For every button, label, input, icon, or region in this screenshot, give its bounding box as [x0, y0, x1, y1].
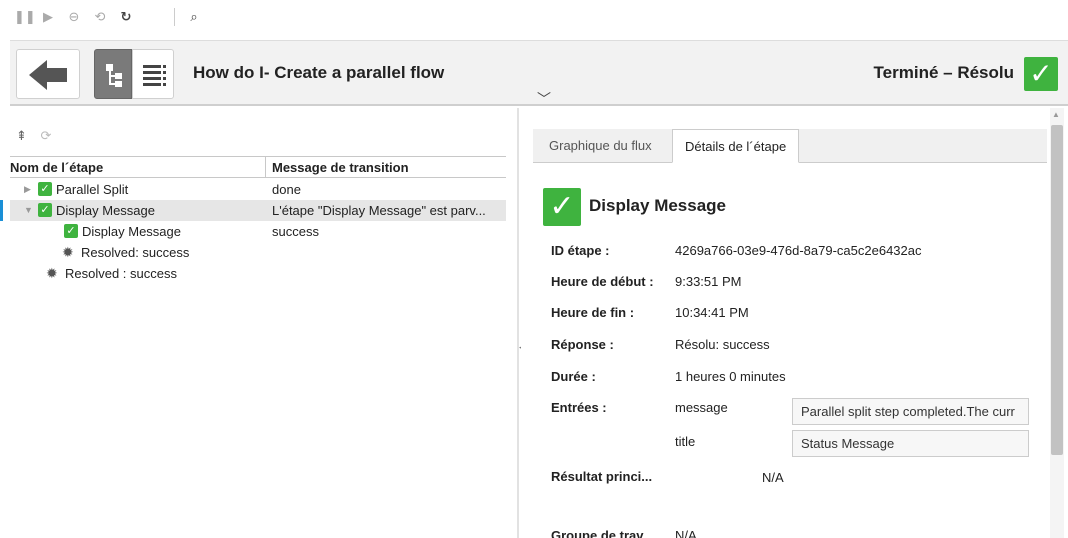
step-message: done [272, 182, 301, 197]
tree-view-icon [106, 64, 122, 87]
zoom-icon[interactable]: ⌕ [186, 9, 202, 25]
step-check-icon: ✓ [543, 188, 581, 226]
value-step-id: 4269a766-03e9-476d-8a79-ca5c2e6432ac [675, 243, 922, 258]
step-label: Resolved : success [65, 266, 177, 281]
column-header-step[interactable]: Nom de l´étape [10, 160, 265, 175]
sync-icon[interactable]: ⟳ [41, 128, 52, 143]
label-duration: Durée : [551, 369, 596, 384]
gear-icon: ✹ [62, 244, 74, 260]
column-divider[interactable] [265, 157, 266, 178]
value-start-time: 9:33:51 PM [675, 274, 742, 289]
value-work-group: N/A [675, 528, 697, 538]
expand-arrow-icon[interactable]: ▶ [24, 184, 31, 195]
step-label: Display Message [56, 203, 155, 218]
label-work-group: Groupe de trav... [551, 528, 654, 538]
input-value-field[interactable]: Parallel split step completed.The curr [792, 398, 1029, 425]
top-toolbar: ❚❚ ▶ ⊖ ⟲ ↻ ⌕ [0, 0, 1068, 36]
gear-icon: ✹ [46, 265, 58, 281]
flow-header: How do I- Create a parallel flow Terminé… [10, 40, 1068, 109]
step-label: Parallel Split [56, 182, 129, 197]
back-arrow-icon [29, 60, 67, 90]
label-end-time: Heure de fin : [551, 305, 635, 320]
tree-row[interactable]: ▶ ✓ Parallel Split done [10, 179, 506, 200]
value-primary-result: N/A [762, 470, 784, 485]
scrollbar-thumb[interactable] [1051, 125, 1063, 455]
value-response: Résolu: success [675, 337, 770, 352]
tab-strip: Graphique du flux Détails de l´étape [533, 129, 1047, 163]
input-value-field[interactable]: Status Message [792, 430, 1029, 457]
remove-icon[interactable]: ⊖ [66, 9, 82, 25]
tab-flow-graph[interactable]: Graphique du flux [537, 129, 664, 163]
toolbar-divider [174, 8, 175, 26]
step-label: Display Message [82, 224, 181, 239]
check-icon: ✓ [38, 182, 52, 196]
step-tree-pane: ⇞ ⟳ Nom de l´étape Message de transition… [0, 108, 517, 538]
refresh-icon[interactable]: ↻ [118, 9, 134, 25]
step-title: Display Message [589, 196, 727, 215]
resolve-icon[interactable]: ⟲ [92, 9, 108, 25]
pause-icon[interactable]: ❚❚ [14, 9, 36, 25]
chevron-down-icon[interactable]: ﹀ [537, 89, 551, 109]
label-inputs: Entrées : [551, 400, 607, 415]
label-primary-result: Résultat princi... [551, 469, 653, 484]
input-name: title [675, 434, 696, 449]
input-name: message [675, 400, 728, 415]
details-pane: Graphique du flux Détails de l´étape ✓ D… [521, 108, 1068, 538]
check-icon: ✓ [38, 203, 52, 217]
flow-status: Terminé – Résolu [873, 63, 1014, 82]
collapse-all-icon[interactable]: ⇞ [16, 128, 27, 143]
tree-row-selected[interactable]: ▼ ✓ Display Message L'étape "Display Mes… [0, 200, 506, 221]
tree-row[interactable]: ✹ Resolved: success [10, 242, 506, 263]
tab-step-details[interactable]: Détails de l´étape [672, 129, 800, 163]
tree-row[interactable]: ✹ Resolved : success [10, 263, 506, 284]
collapse-arrow-icon[interactable]: ▼ [24, 205, 33, 215]
tree-row[interactable]: ✓ Display Message success [10, 221, 506, 242]
check-icon: ✓ [64, 224, 78, 238]
tree-tools: ⇞ ⟳ [16, 128, 61, 144]
scroll-up-icon[interactable]: ▲ [1052, 110, 1060, 119]
status-check-icon: ✓ [1024, 57, 1058, 91]
label-response: Réponse : [551, 337, 614, 352]
list-view-button[interactable] [132, 49, 174, 99]
tree-view-button[interactable] [94, 49, 132, 99]
step-icon[interactable]: ▶ [40, 9, 56, 25]
value-duration: 1 heures 0 minutes [675, 369, 786, 384]
step-label: Resolved: success [81, 245, 190, 260]
list-view-icon [143, 65, 166, 86]
column-header-message[interactable]: Message de transition [272, 160, 409, 175]
selection-indicator [0, 200, 3, 221]
label-start-time: Heure de début : [551, 274, 654, 289]
label-step-id: ID étape : [551, 243, 610, 258]
back-button[interactable] [16, 49, 80, 99]
tree-header: Nom de l´étape Message de transition [10, 156, 506, 178]
step-message: success [272, 224, 319, 239]
pane-splitter[interactable] [517, 108, 519, 538]
value-end-time: 10:34:41 PM [675, 305, 749, 320]
step-message: L'étape "Display Message" est parv... [272, 203, 486, 218]
flow-title: How do I- Create a parallel flow [193, 63, 445, 82]
